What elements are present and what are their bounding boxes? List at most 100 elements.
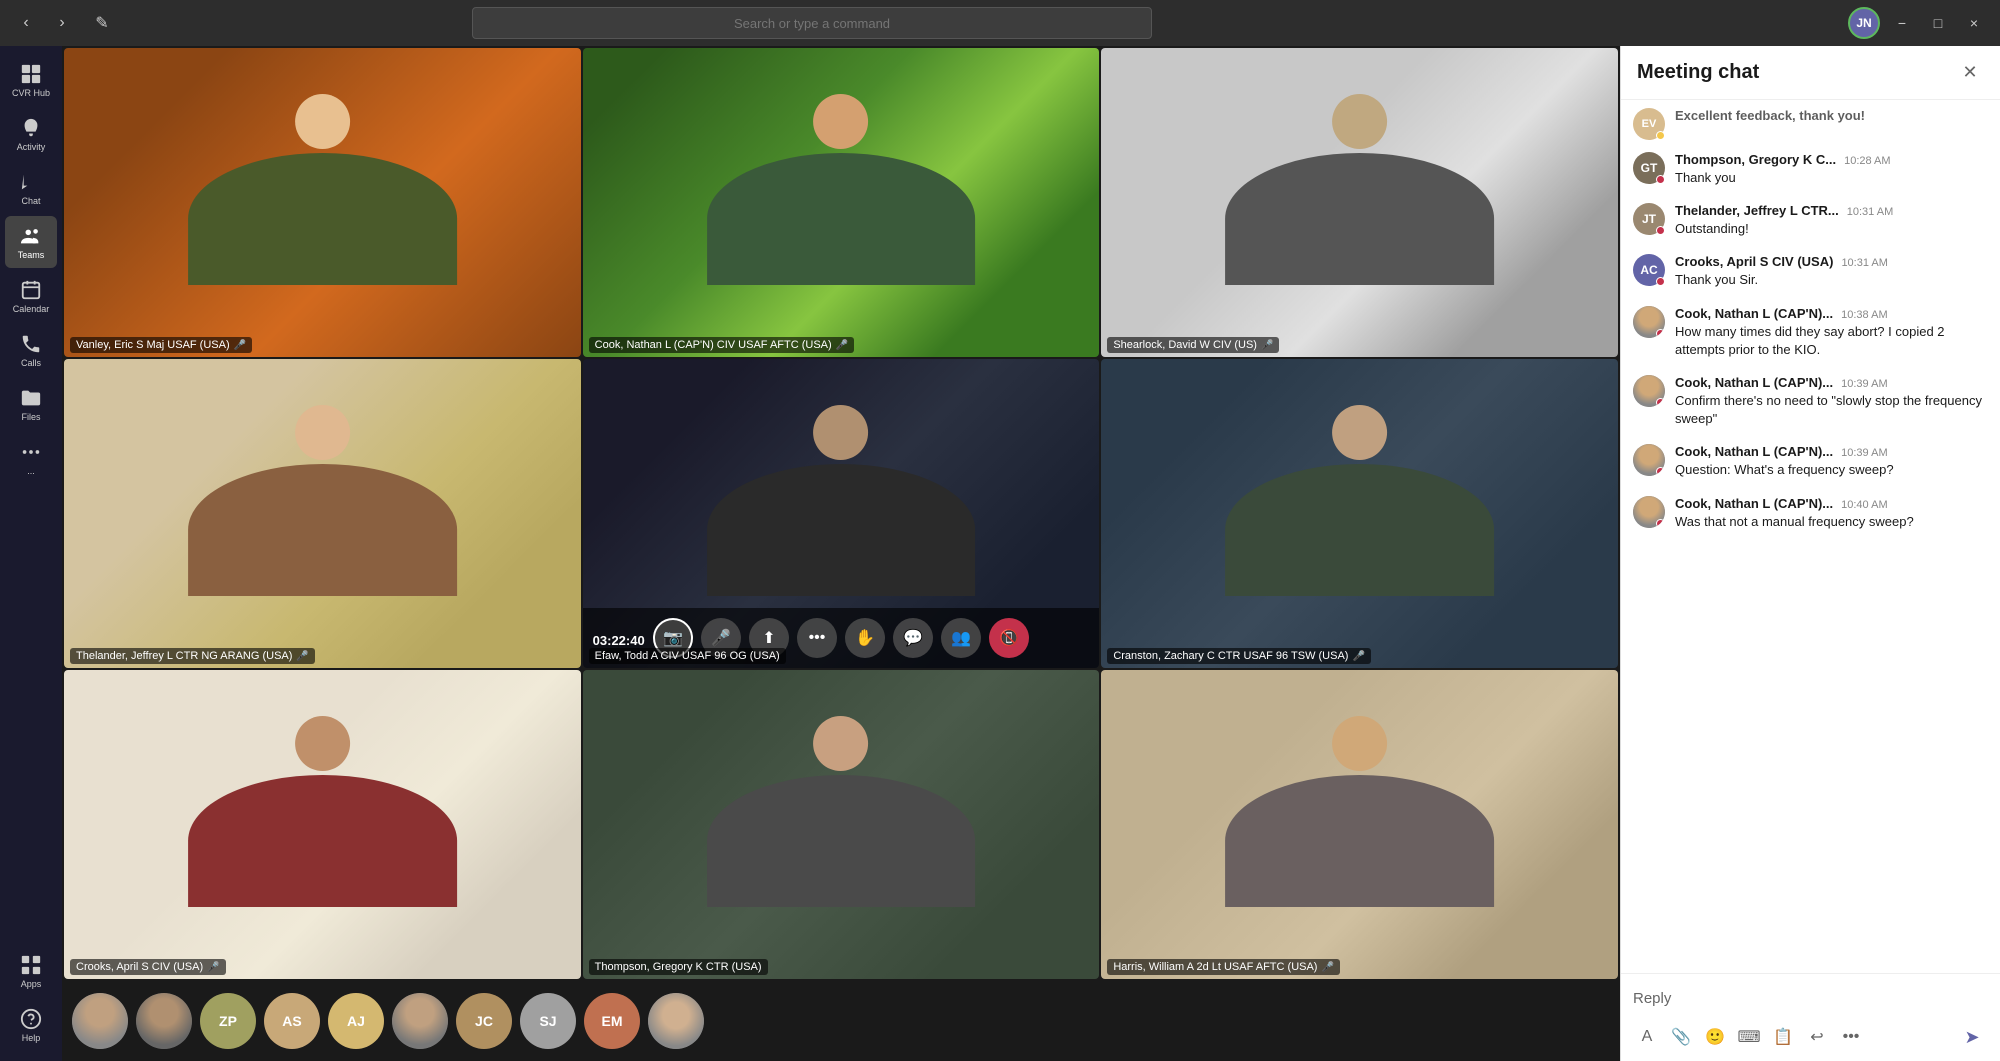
- chat-message-3: AC Crooks, April S CIV (USA) 10:31 AM Th…: [1633, 254, 1988, 289]
- msg-text-4: How many times did they say abort? I cop…: [1675, 323, 1988, 359]
- msg-content-1: Thompson, Gregory K C... 10:28 AM Thank …: [1675, 152, 1988, 187]
- msg-name-7: Cook, Nathan L (CAP'N)...: [1675, 496, 1833, 511]
- sidebar-item-chat[interactable]: Chat: [5, 162, 57, 214]
- online-dot-7: [1656, 519, 1665, 528]
- sidebar-item-activity[interactable]: Activity: [5, 108, 57, 160]
- msg-text-2: Outstanding!: [1675, 220, 1988, 238]
- search-bar[interactable]: [472, 7, 1152, 39]
- end-call-button[interactable]: 📵: [989, 618, 1029, 658]
- name-tag-4: Thelander, Jeffrey L CTR NG ARANG (USA) …: [70, 648, 315, 664]
- raise-hand-button[interactable]: ✋: [845, 618, 885, 658]
- video-cell-9[interactable]: Harris, William A 2d Lt USAF AFTC (USA) …: [1101, 670, 1618, 979]
- mic-icon-9: 🎤: [1321, 962, 1333, 973]
- gif-button[interactable]: ⌨: [1735, 1023, 1763, 1051]
- online-dot-6: [1656, 467, 1665, 476]
- sidebar-item-calls[interactable]: Calls: [5, 324, 57, 376]
- maximize-button[interactable]: □: [1924, 9, 1952, 37]
- chat-messages[interactable]: EV Excellent feedback, thank you! GT: [1621, 100, 2000, 973]
- prev-message: EV Excellent feedback, thank you!: [1633, 108, 1988, 140]
- msg-content-2: Thelander, Jeffrey L CTR... 10:31 AM Out…: [1675, 203, 1988, 238]
- nav-back-button[interactable]: ‹: [12, 9, 40, 37]
- participant-avatar-aj[interactable]: AJ: [328, 993, 384, 1049]
- online-dot-5: [1656, 398, 1665, 407]
- chat-message-6: Cook, Nathan L (CAP'N)... 10:39 AM Quest…: [1633, 444, 1988, 479]
- edit-button[interactable]: ✎: [88, 9, 116, 37]
- participant-avatar-0[interactable]: [72, 993, 128, 1049]
- chat-panel: Meeting chat ✕ EV Excellent feedback, th…: [1620, 46, 2000, 1061]
- sidebar-item-more[interactable]: ...: [5, 432, 57, 484]
- msg-name-2: Thelander, Jeffrey L CTR...: [1675, 203, 1839, 218]
- msg-time-6: 10:39 AM: [1841, 447, 1887, 459]
- msg-avatar-6: [1633, 444, 1665, 476]
- sidebar-item-calendar[interactable]: Calendar: [5, 270, 57, 322]
- more-options-button[interactable]: •••: [797, 618, 837, 658]
- sticker-button[interactable]: 📋: [1769, 1023, 1797, 1051]
- msg-content-4: Cook, Nathan L (CAP'N)... 10:38 AM How m…: [1675, 306, 1988, 359]
- msg-avatar-1: GT: [1633, 152, 1665, 184]
- video-cell-6[interactable]: Cranston, Zachary C CTR USAF 96 TSW (USA…: [1101, 359, 1618, 668]
- participant-avatar-as[interactable]: AS: [264, 993, 320, 1049]
- mic-icon-4: 🎤: [296, 651, 308, 662]
- msg-name-6: Cook, Nathan L (CAP'N)...: [1675, 444, 1833, 459]
- chat-close-button[interactable]: ✕: [1956, 59, 1984, 87]
- participant-avatar-1[interactable]: [136, 993, 192, 1049]
- participants-button[interactable]: 👥: [941, 618, 981, 658]
- name-tag-5: Efaw, Todd A CIV USAF 96 OG (USA): [589, 648, 786, 664]
- name-tag-3: Shearlock, David W CIV (US) 🎤: [1107, 337, 1279, 353]
- msg-avatar-7: [1633, 496, 1665, 528]
- video-cell-3[interactable]: Shearlock, David W CIV (US) 🎤: [1101, 48, 1618, 357]
- msg-name-4: Cook, Nathan L (CAP'N)...: [1675, 306, 1833, 321]
- search-input[interactable]: [472, 7, 1152, 39]
- user-avatar[interactable]: JN: [1848, 7, 1880, 39]
- video-cell-5[interactable]: 03:22:40 📷 🎤 ⬆ ••• ✋ 💬 👥 📵 Efaw, Todd A …: [583, 359, 1100, 668]
- chat-message-7: Cook, Nathan L (CAP'N)... 10:40 AM Was t…: [1633, 496, 1988, 531]
- video-area: Vanley, Eric S Maj USAF (USA) 🎤 Cook, Na…: [62, 46, 1620, 1061]
- close-button[interactable]: ×: [1960, 9, 1988, 37]
- sidebar-item-help[interactable]: Help: [5, 999, 57, 1051]
- msg-time-1: 10:28 AM: [1844, 155, 1890, 167]
- more-tools-button[interactable]: •••: [1837, 1023, 1865, 1051]
- video-grid: Vanley, Eric S Maj USAF (USA) 🎤 Cook, Na…: [62, 46, 1620, 981]
- attach-button[interactable]: 📎: [1667, 1023, 1695, 1051]
- video-cell-7[interactable]: Crooks, April S CIV (USA) 🎤: [64, 670, 581, 979]
- chat-input-area: Reply A 📎 🙂 ⌨ 📋 ↩ ••• ➤: [1621, 973, 2000, 1061]
- nav-forward-button[interactable]: ›: [48, 9, 76, 37]
- video-cell-2[interactable]: Cook, Nathan L (CAP'N) CIV USAF AFTC (US…: [583, 48, 1100, 357]
- msg-name-1: Thompson, Gregory K C...: [1675, 152, 1836, 167]
- msg-text-5: Confirm there's no need to "slowly stop …: [1675, 392, 1988, 428]
- nav-buttons: ‹ ›: [12, 9, 76, 37]
- chat-button[interactable]: 💬: [893, 618, 933, 658]
- video-cell-4[interactable]: Thelander, Jeffrey L CTR NG ARANG (USA) …: [64, 359, 581, 668]
- sidebar-item-teams[interactable]: Teams: [5, 216, 57, 268]
- chat-message-5: Cook, Nathan L (CAP'N)... 10:39 AM Confi…: [1633, 375, 1988, 428]
- schedule-button[interactable]: ↩: [1803, 1023, 1831, 1051]
- minimize-button[interactable]: −: [1888, 9, 1916, 37]
- format-text-button[interactable]: A: [1633, 1023, 1661, 1051]
- reply-label[interactable]: Reply: [1633, 982, 1988, 1015]
- name-tag-8: Thompson, Gregory K CTR (USA): [589, 959, 768, 975]
- sidebar-item-cvrhub[interactable]: CVR Hub: [5, 54, 57, 106]
- participant-avatar-zp[interactable]: ZP: [200, 993, 256, 1049]
- sidebar: CVR Hub Activity Chat Teams Calendar Cal…: [0, 46, 62, 1061]
- participant-avatar-last[interactable]: [648, 993, 704, 1049]
- video-cell-8[interactable]: Thompson, Gregory K CTR (USA): [583, 670, 1100, 979]
- name-tag-9: Harris, William A 2d Lt USAF AFTC (USA) …: [1107, 959, 1340, 975]
- chat-toolbar: A 📎 🙂 ⌨ 📋 ↩ ••• ➤: [1633, 1021, 1988, 1053]
- call-timer: 03:22:40: [593, 633, 645, 648]
- participant-avatar-sj[interactable]: SJ: [520, 993, 576, 1049]
- online-dot-1: [1656, 175, 1665, 184]
- msg-content-6: Cook, Nathan L (CAP'N)... 10:39 AM Quest…: [1675, 444, 1988, 479]
- chat-message-4: Cook, Nathan L (CAP'N)... 10:38 AM How m…: [1633, 306, 1988, 359]
- participant-avatar-em[interactable]: EM: [584, 993, 640, 1049]
- participant-avatar-jc[interactable]: JC: [456, 993, 512, 1049]
- emoji-button[interactable]: 🙂: [1701, 1023, 1729, 1051]
- msg-time-7: 10:40 AM: [1841, 499, 1887, 511]
- online-dot-3: [1656, 277, 1665, 286]
- sidebar-item-files[interactable]: Files: [5, 378, 57, 430]
- chat-message-2: JT Thelander, Jeffrey L CTR... 10:31 AM …: [1633, 203, 1988, 238]
- sidebar-item-apps[interactable]: Apps: [5, 945, 57, 997]
- send-button[interactable]: ➤: [1956, 1021, 1988, 1053]
- video-cell-1[interactable]: Vanley, Eric S Maj USAF (USA) 🎤: [64, 48, 581, 357]
- participant-avatar-photo[interactable]: [392, 993, 448, 1049]
- main-content: CVR Hub Activity Chat Teams Calendar Cal…: [0, 46, 2000, 1061]
